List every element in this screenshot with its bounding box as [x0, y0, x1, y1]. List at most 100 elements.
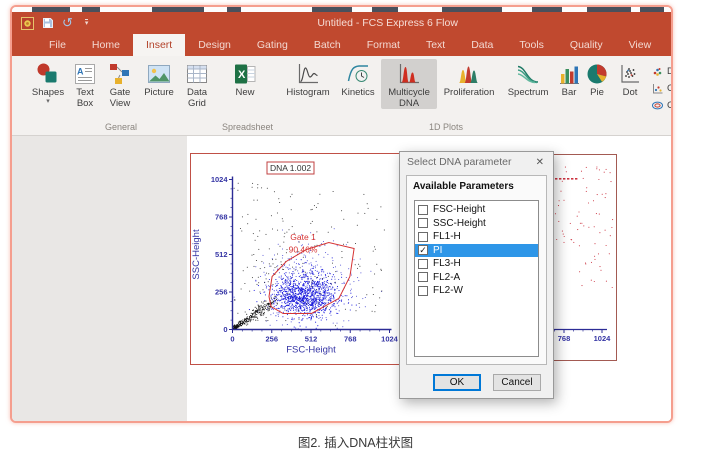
tab-data[interactable]: Data: [458, 34, 506, 56]
svg-text:1024: 1024: [211, 175, 229, 184]
svg-text:256: 256: [265, 335, 278, 344]
spectrum-icon: [515, 61, 541, 87]
cancel-button[interactable]: Cancel: [493, 374, 541, 391]
checkbox-icon[interactable]: [418, 259, 428, 269]
quick-access-toolbar: ↺ ▾: [12, 17, 88, 30]
tab-tools[interactable]: Tools: [506, 34, 557, 56]
svg-text:1024: 1024: [594, 334, 612, 343]
proliferation-button[interactable]: Proliferation: [437, 59, 501, 99]
tab-insert[interactable]: Insert: [133, 34, 185, 56]
bar-button[interactable]: Bar: [555, 59, 583, 99]
tab-quality[interactable]: Quality: [557, 34, 616, 56]
svg-text:A: A: [77, 67, 84, 77]
ribbon-group-2d-plots: Dot Dens Colo Cont: [613, 56, 671, 135]
picture-button[interactable]: Picture: [138, 59, 180, 99]
parameter-row-pi[interactable]: ✓PI: [415, 244, 538, 258]
histogram-icon: [295, 61, 321, 87]
app-icon[interactable]: [21, 17, 34, 30]
data-grid-button[interactable]: Data Grid: [180, 59, 214, 109]
parameter-label: FL1-H: [433, 231, 461, 242]
qat-customize-caret-icon[interactable]: ▾: [85, 19, 89, 27]
parameter-row-fl3-h[interactable]: FL3-H: [415, 257, 538, 271]
multicycle-dna-icon: [396, 61, 422, 87]
parameter-label: FL3-H: [433, 258, 461, 269]
svg-text:SSC-Height: SSC-Height: [191, 229, 202, 280]
dropdown-caret-icon: ▾: [46, 99, 50, 105]
panel-header: Available Parameters: [407, 176, 546, 196]
pie-chart-icon: [584, 61, 610, 87]
svg-text:0: 0: [230, 335, 234, 344]
group-label-general: General: [28, 122, 214, 135]
tab-file[interactable]: File: [36, 34, 79, 56]
kinetics-icon: [345, 61, 371, 87]
parameter-row-fsc-height[interactable]: FSC-Height: [415, 203, 538, 217]
ribbon-tabs: File Home Insert Design Gating Batch For…: [12, 34, 671, 56]
window-title: Untitled - FCS Express 6 Flow: [317, 17, 458, 29]
histogram-button[interactable]: Histogram: [281, 59, 335, 99]
contour-button[interactable]: Cont: [651, 97, 671, 114]
dot-plot-button[interactable]: Dot: [613, 59, 647, 99]
gate-view-icon: [107, 61, 133, 87]
density-icon: [651, 65, 664, 78]
save-icon[interactable]: [42, 17, 54, 29]
parameter-label: SSC-Height: [433, 218, 486, 229]
checkbox-icon[interactable]: [418, 218, 428, 228]
checkbox-icon[interactable]: [418, 286, 428, 296]
color-dot-icon: [651, 82, 664, 95]
figure-caption: 图2. 插入DNA柱状图: [0, 432, 711, 451]
new-spreadsheet-button[interactable]: X New: [224, 59, 266, 99]
workspace: 7681024 Gate 190.46%02565127681024025651…: [12, 136, 671, 421]
tab-gating[interactable]: Gating: [244, 34, 301, 56]
dialog-title: Select DNA parameter: [407, 156, 511, 168]
undo-icon[interactable]: ↺: [62, 17, 73, 29]
parameter-row-fl2-a[interactable]: FL2-A: [415, 271, 538, 285]
tab-design[interactable]: Design: [185, 34, 244, 56]
dot-plot-icon: [617, 61, 643, 87]
parameter-row-ssc-height[interactable]: SSC-Height: [415, 217, 538, 231]
checkbox-icon[interactable]: [418, 232, 428, 242]
select-dna-parameter-dialog: Select DNA parameter ✕ Available Paramet…: [399, 151, 554, 399]
svg-text:1024: 1024: [381, 335, 399, 344]
picture-icon: [146, 61, 172, 87]
tab-view[interactable]: View: [616, 34, 665, 56]
svg-text:0: 0: [223, 325, 227, 334]
multicycle-dna-button[interactable]: Multicycle DNA: [381, 59, 437, 109]
parameter-label: FL2-W: [433, 285, 463, 296]
group-label-1d-plots: 1D Plots: [281, 122, 611, 135]
svg-text:512: 512: [215, 250, 228, 259]
svg-text:FSC-Height: FSC-Height: [286, 345, 336, 356]
spectrum-button[interactable]: Spectrum: [501, 59, 555, 99]
checkbox-icon[interactable]: [418, 205, 428, 215]
ribbon-group-general: Shapes ▾ A Text Box Gate View Picture: [28, 56, 214, 135]
contour-icon: [651, 99, 664, 112]
group-label-spreadsheet: Spreadsheet: [216, 122, 279, 135]
checkbox-icon[interactable]: ✓: [418, 245, 428, 255]
shapes-button[interactable]: Shapes ▾: [28, 59, 68, 105]
svg-text:768: 768: [344, 335, 357, 344]
parameter-row-fl1-h[interactable]: FL1-H: [415, 230, 538, 244]
2d-plot-small-buttons: Dens Colo Cont: [647, 59, 671, 114]
checkbox-icon[interactable]: [418, 272, 428, 282]
svg-text:90.46%: 90.46%: [289, 245, 318, 255]
tab-home[interactable]: Home: [79, 34, 133, 56]
kinetics-button[interactable]: Kinetics: [335, 59, 381, 99]
tab-text[interactable]: Text: [413, 34, 458, 56]
dialog-title-bar: Select DNA parameter ✕: [400, 152, 553, 172]
text-box-button[interactable]: A Text Box: [68, 59, 102, 109]
ok-button[interactable]: OK: [433, 374, 481, 391]
tab-batch[interactable]: Batch: [301, 34, 354, 56]
svg-text:512: 512: [305, 335, 318, 344]
tab-format[interactable]: Format: [354, 34, 413, 56]
scatter-plot-object[interactable]: Gate 190.46%0256512768102402565127681024…: [190, 153, 413, 365]
gate-view-button[interactable]: Gate View: [102, 59, 138, 109]
color-dot-button[interactable]: Colo: [651, 80, 671, 97]
parameter-listbox[interactable]: FSC-Height SSC-Height FL1-H ✓PIFL3-H FL2-AFL…: [414, 200, 539, 357]
title-bar: ↺ ▾ Untitled - FCS Express 6 Flow: [12, 12, 671, 34]
svg-text:768: 768: [558, 334, 571, 343]
svg-text:DNA 1.002: DNA 1.002: [270, 163, 311, 173]
density-button[interactable]: Dens: [651, 63, 671, 80]
parameter-label: FSC-Height: [433, 204, 485, 215]
parameter-row-fl2-w[interactable]: FL2-W: [415, 284, 538, 298]
close-icon[interactable]: ✕: [534, 157, 546, 168]
pie-button[interactable]: Pie: [583, 59, 611, 99]
